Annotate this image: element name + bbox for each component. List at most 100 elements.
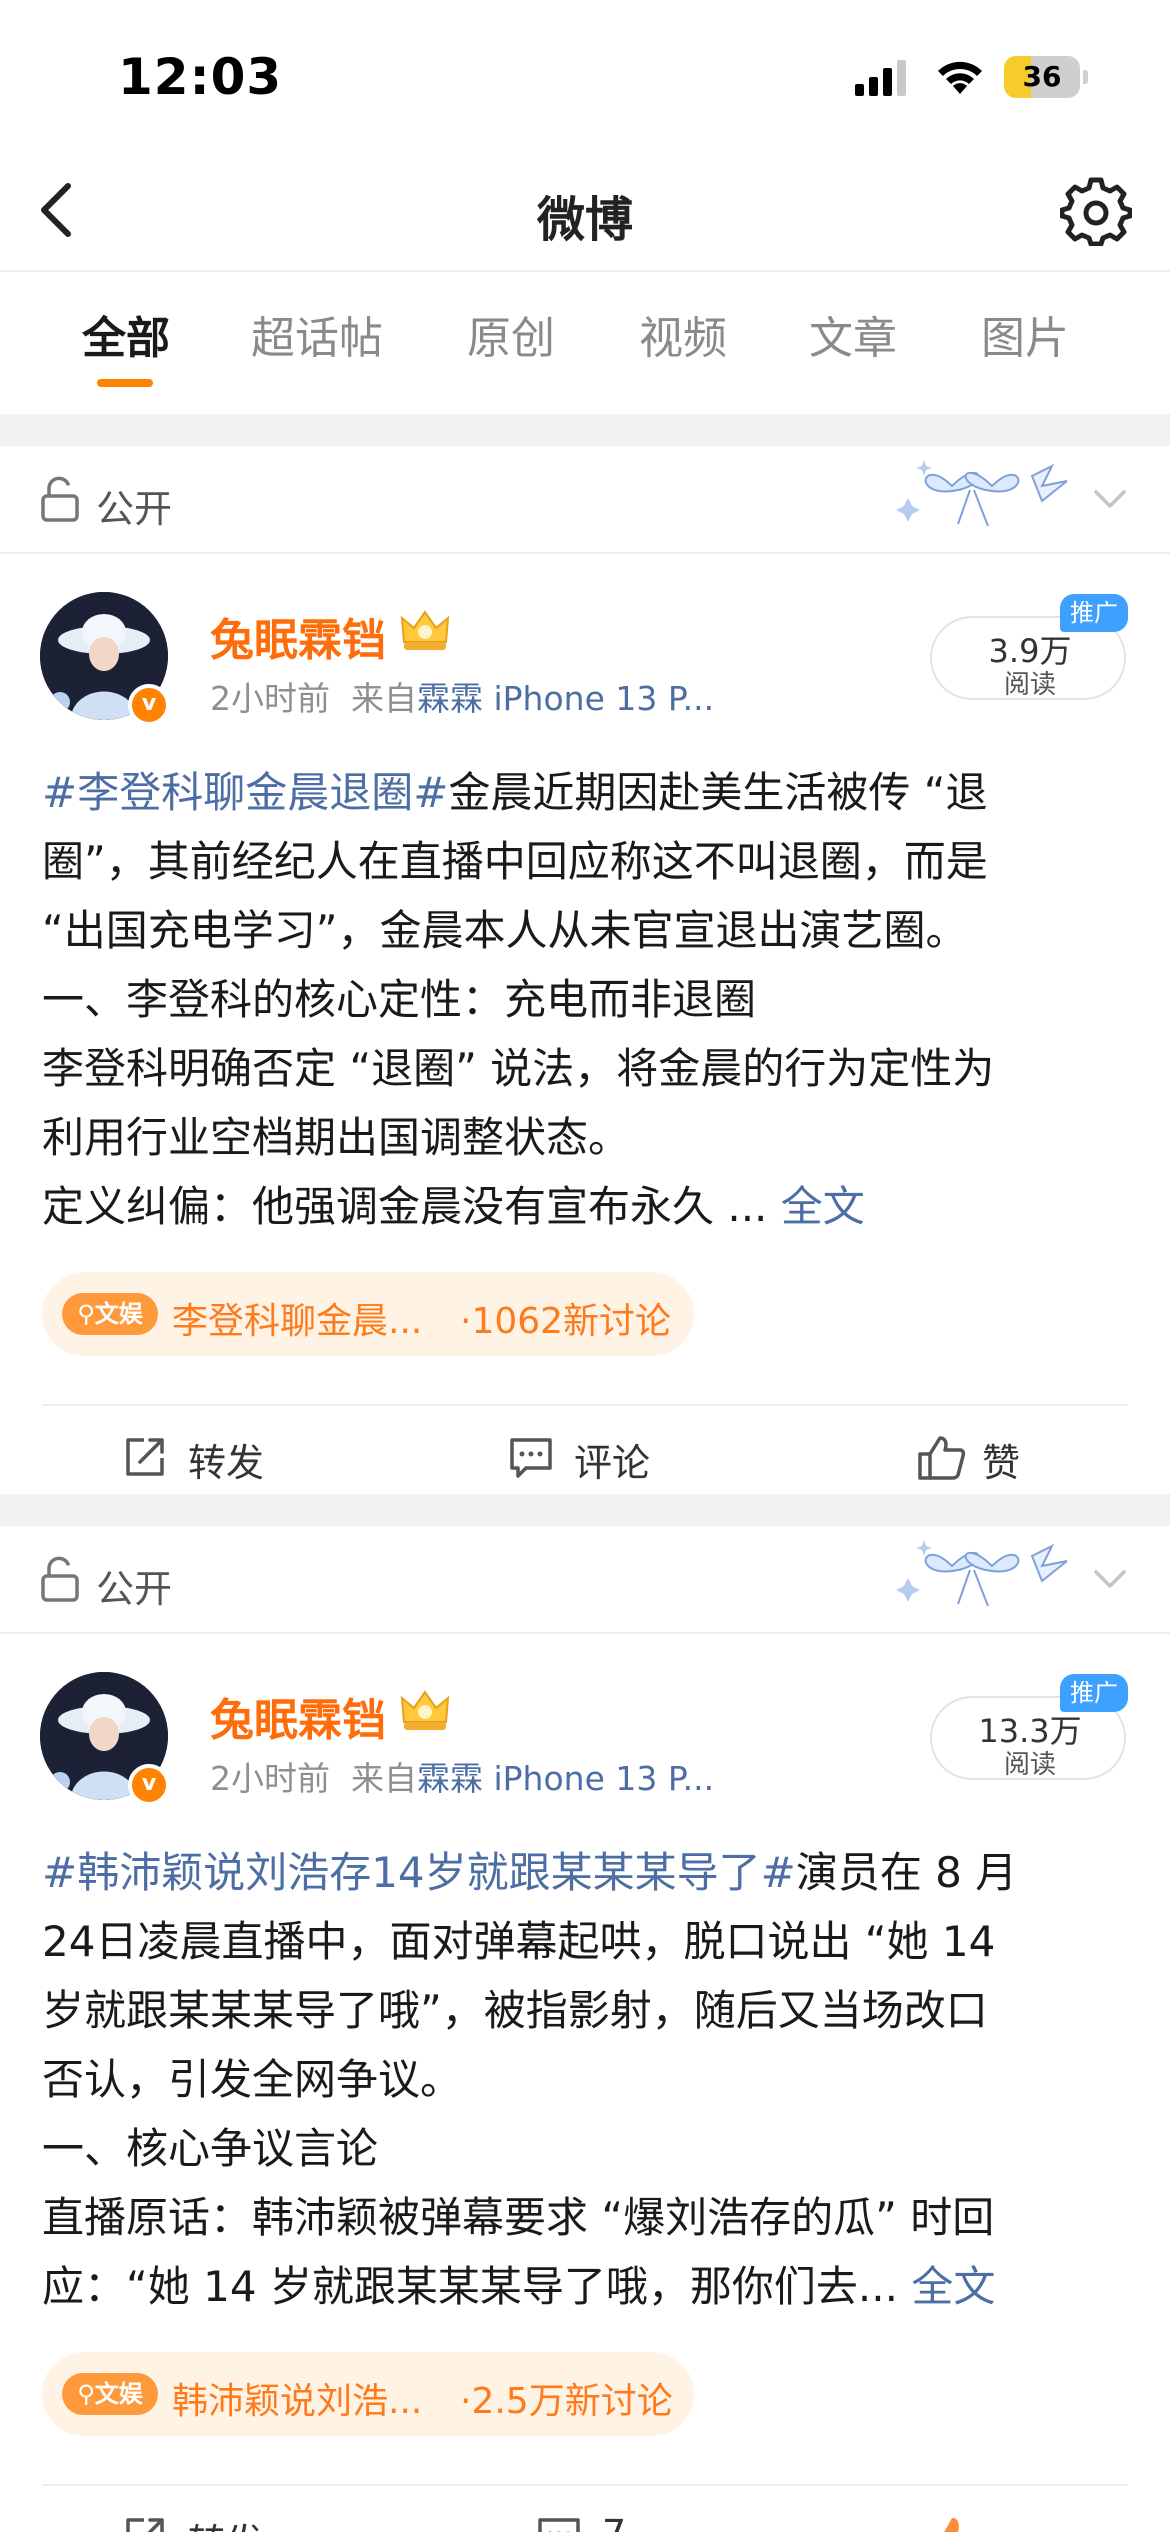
visibility-row: 公开 bbox=[0, 446, 1170, 554]
comment-icon bbox=[538, 2518, 580, 2532]
comment-count: 7 bbox=[602, 2512, 626, 2532]
tab-image[interactable]: 图片 bbox=[981, 302, 1069, 366]
repost-button[interactable]: 转发 bbox=[122, 2506, 302, 2532]
username[interactable]: 兔眠霖铛 bbox=[210, 1684, 386, 1748]
member-crown-icon bbox=[400, 1690, 450, 1730]
read-label: 阅读 bbox=[1003, 670, 1056, 700]
topic-discussion-count: ·1062新讨论 bbox=[460, 1301, 672, 1342]
tab-original[interactable]: 原创 bbox=[467, 302, 555, 366]
promote-badge[interactable]: 推广 bbox=[1060, 1674, 1128, 1712]
card-decoration-bow-icon bbox=[896, 1540, 1068, 1607]
like-button[interactable]: 赞 bbox=[916, 1426, 1056, 1486]
thumbs-up-liked-icon bbox=[944, 2518, 976, 2532]
post-source[interactable]: 霖霖 iPhone 13 P... bbox=[417, 679, 714, 718]
topic-category-badge: ⚲文娱 bbox=[62, 1293, 158, 1335]
section-divider bbox=[0, 1494, 1170, 1526]
hashtag-link[interactable]: #李登科聊金晨退圈# bbox=[42, 768, 448, 817]
battery-level: 36 bbox=[1022, 60, 1062, 93]
username[interactable]: 兔眠霖铛 bbox=[210, 604, 386, 668]
post-line: 利用行业空档期出国调整状态。 bbox=[42, 1113, 631, 1162]
tab-article[interactable]: 文章 bbox=[809, 302, 897, 366]
repost-button[interactable]: 转发 bbox=[122, 1426, 302, 1486]
post-line: 一、李登科的核心定性：充电而非退圈 bbox=[42, 975, 757, 1024]
tab-super-topic[interactable]: 超话帖 bbox=[251, 302, 383, 366]
post-line: 直播原话：韩沛颖被弹幕要求 “爆刘浩存的瓜” 时回 bbox=[42, 2193, 995, 2242]
repost-label: 转发 bbox=[188, 2512, 264, 2532]
search-icon: ⚲ bbox=[77, 2380, 95, 2408]
visibility-row: 公开 bbox=[0, 1526, 1170, 1634]
settings-gear-icon[interactable] bbox=[1060, 174, 1132, 246]
section-divider bbox=[0, 414, 1170, 446]
post-line: 一、核心争议言论 bbox=[42, 2124, 379, 2173]
topic-category-badge: ⚲文娱 bbox=[62, 2373, 158, 2415]
verified-badge-icon: v bbox=[128, 684, 170, 726]
comment-button[interactable]: 7 bbox=[536, 2506, 656, 2532]
post-source[interactable]: 霖霖 iPhone 13 P... bbox=[417, 1759, 714, 1798]
chevron-down-icon[interactable] bbox=[1090, 1566, 1130, 1592]
post-meta: 2小时前 来自霖霖 iPhone 13 P... bbox=[210, 1752, 714, 1800]
visibility-label: 公开 bbox=[96, 487, 173, 531]
cellular-signal-icon bbox=[855, 60, 906, 96]
member-crown-icon bbox=[400, 610, 450, 650]
post-time: 2小时前 bbox=[210, 679, 330, 718]
topic-name: 李登科聊金晨... bbox=[172, 1301, 423, 1342]
post-body[interactable]: #韩沛颖说刘浩存14岁就跟某某某导了#演员在 8 月 24日凌晨直播中，面对弹幕… bbox=[42, 1838, 1132, 2321]
comment-icon bbox=[510, 1438, 552, 1478]
post-line: 否认，引发全网争议。 bbox=[42, 2055, 463, 2104]
comment-button[interactable]: 评论 bbox=[508, 1426, 688, 1486]
post-time: 2小时前 bbox=[210, 1759, 330, 1798]
post-meta: 2小时前 来自霖霖 iPhone 13 P... bbox=[210, 672, 714, 720]
status-time: 12:03 bbox=[118, 48, 283, 106]
page-title: 微博 bbox=[536, 192, 633, 248]
topic-name: 韩沛颖说刘浩... bbox=[172, 2381, 423, 2422]
thumbs-up-icon bbox=[918, 1436, 966, 1480]
comment-label: 评论 bbox=[574, 1441, 651, 1485]
topic-pill[interactable]: ⚲文娱 李登科聊金晨... ·1062新讨论 bbox=[42, 1272, 694, 1356]
post-body[interactable]: #李登科聊金晨退圈#金晨近期因赴美生活被传 “退 圈”，其前经纪人在直播中回应称… bbox=[42, 758, 1132, 1241]
post-card[interactable]: 公开 v 兔眠霖铛 2小时前 来自霖霖 iPhone 13 bbox=[0, 1526, 1170, 2532]
tab-all[interactable]: 全部 bbox=[82, 302, 170, 366]
source-prefix: 来自 bbox=[350, 679, 417, 718]
post-card[interactable]: 公开 v 兔眠霖铛 2小时前 来自霖霖 iPhone 13 bbox=[0, 446, 1170, 1490]
wifi-icon bbox=[938, 61, 982, 94]
topic-category-label: 文娱 bbox=[94, 1300, 143, 1328]
topic-discussion-count: ·2.5万新讨论 bbox=[460, 2381, 673, 2422]
source-prefix: 来自 bbox=[350, 1759, 417, 1798]
like-button[interactable] bbox=[926, 2506, 1026, 2532]
post-line: 24日凌晨直播中，面对弹幕起哄，脱口说出 “她 14 bbox=[42, 1917, 996, 1966]
divider bbox=[42, 2484, 1128, 2486]
post-line: 圈”，其前经纪人在直播中回应称这不叫退圈，而是 bbox=[42, 837, 988, 886]
post-line: “出国充电学习”，金晨本人从未官宣退出演艺圈。 bbox=[42, 906, 968, 955]
repost-label: 转发 bbox=[188, 1441, 265, 1485]
hashtag-link[interactable]: #韩沛颖说刘浩存14岁就跟某某某导了# bbox=[42, 1848, 796, 1897]
read-more-link[interactable]: 全文 bbox=[911, 2262, 995, 2311]
post-line: 应：“她 14 岁就跟某某某导了哦，那你们去... bbox=[42, 2262, 912, 2311]
read-label: 阅读 bbox=[1003, 1750, 1056, 1780]
post-line: 定义纠偏：他强调金晨没有宣布永久 ... bbox=[42, 1182, 781, 1231]
active-tab-indicator bbox=[97, 379, 153, 387]
visibility-label: 公开 bbox=[96, 1567, 173, 1611]
post-line: 李登科明确否定 “退圈” 说法，将金晨的行为定性为 bbox=[42, 1044, 995, 1093]
like-label: 赞 bbox=[982, 1441, 1021, 1485]
verified-badge-icon: v bbox=[128, 1764, 170, 1806]
read-more-link[interactable]: 全文 bbox=[781, 1182, 865, 1231]
divider bbox=[42, 1404, 1128, 1406]
topic-category-label: 文娱 bbox=[94, 2380, 143, 2408]
tab-video[interactable]: 视频 bbox=[639, 302, 727, 366]
promote-badge[interactable]: 推广 bbox=[1060, 594, 1128, 632]
filter-tabs: 全部 超话帖 原创 视频 文章 图片 bbox=[0, 272, 1170, 414]
card-decoration-bow-icon bbox=[896, 460, 1068, 527]
nav-bar: 微博 bbox=[0, 150, 1170, 272]
battery-icon: 36 bbox=[1004, 56, 1088, 98]
repost-icon bbox=[126, 2518, 164, 2532]
unlock-icon bbox=[41, 476, 79, 522]
search-icon: ⚲ bbox=[77, 1300, 95, 1328]
chevron-down-icon[interactable] bbox=[1090, 486, 1130, 512]
post-line: 演员在 8 月 bbox=[795, 1848, 1018, 1897]
unlock-icon bbox=[41, 1556, 79, 1602]
post-line: 金晨近期因赴美生活被传 “退 bbox=[448, 768, 988, 817]
status-bar: 12:03 36 bbox=[0, 0, 1170, 150]
topic-pill[interactable]: ⚲文娱 韩沛颖说刘浩... ·2.5万新讨论 bbox=[42, 2352, 694, 2436]
repost-icon bbox=[126, 1438, 164, 1476]
post-line: 岁就跟某某某导了哦”，被指影射，随后又当场改口 bbox=[42, 1986, 988, 2035]
